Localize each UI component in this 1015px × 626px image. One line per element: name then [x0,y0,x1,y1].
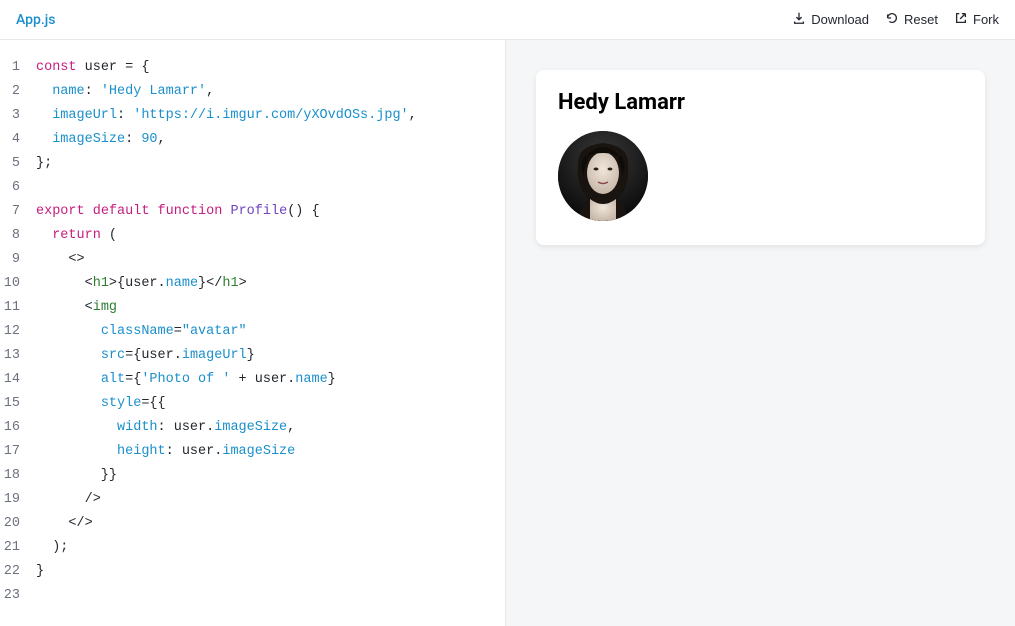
code-container: 1234567891011121314151617181920212223 co… [0,40,505,608]
line-number: 4 [0,128,20,152]
reset-icon [885,11,899,28]
line-number: 5 [0,152,20,176]
preview-heading: Hedy Lamarr [558,90,963,115]
preview-card: Hedy Lamarr [536,70,985,245]
code-line[interactable]: name: 'Hedy Lamarr', [36,80,505,104]
avatar [558,131,648,221]
line-number: 2 [0,80,20,104]
code-line[interactable]: imageUrl: 'https://i.imgur.com/yXOvdOSs.… [36,104,505,128]
line-number: 9 [0,248,20,272]
main-split: 1234567891011121314151617181920212223 co… [0,40,1015,626]
preview-pane: Hedy Lamarr [506,40,1015,626]
line-number: 12 [0,320,20,344]
code-line[interactable]: export default function Profile() { [36,200,505,224]
code-line[interactable]: </> [36,512,505,536]
code-line[interactable]: /> [36,488,505,512]
fork-label: Fork [973,12,999,27]
line-number: 13 [0,344,20,368]
line-number: 22 [0,560,20,584]
code-line[interactable] [36,176,505,200]
code-line[interactable]: <> [36,248,505,272]
filename-tab[interactable]: App.js [16,12,56,28]
line-number: 7 [0,200,20,224]
line-number: 15 [0,392,20,416]
line-number-gutter: 1234567891011121314151617181920212223 [0,56,32,608]
line-number: 6 [0,176,20,200]
code-line[interactable]: const user = { [36,56,505,80]
line-number: 23 [0,584,20,608]
line-number: 3 [0,104,20,128]
code-content[interactable]: const user = { name: 'Hedy Lamarr', imag… [32,56,505,608]
line-number: 21 [0,536,20,560]
download-button[interactable]: Download [792,11,869,28]
code-line[interactable]: src={user.imageUrl} [36,344,505,368]
line-number: 1 [0,56,20,80]
code-line[interactable]: className="avatar" [36,320,505,344]
code-line[interactable]: <img [36,296,505,320]
toolbar: Download Reset Fork [792,11,999,28]
line-number: 14 [0,368,20,392]
editor-header: App.js Download Reset For [0,0,1015,40]
line-number: 11 [0,296,20,320]
reset-button[interactable]: Reset [885,11,938,28]
code-line[interactable]: <h1>{user.name}</h1> [36,272,505,296]
code-line[interactable]: style={{ [36,392,505,416]
code-line[interactable]: ); [36,536,505,560]
code-line[interactable]: width: user.imageSize, [36,416,505,440]
line-number: 10 [0,272,20,296]
avatar-image [558,131,648,221]
fork-button[interactable]: Fork [954,11,999,28]
code-line[interactable]: height: user.imageSize [36,440,505,464]
code-line[interactable]: }} [36,464,505,488]
code-line[interactable] [36,584,505,608]
fork-icon [954,11,968,28]
code-line[interactable]: alt={'Photo of ' + user.name} [36,368,505,392]
code-line[interactable]: }; [36,152,505,176]
download-label: Download [811,12,869,27]
reset-label: Reset [904,12,938,27]
line-number: 16 [0,416,20,440]
code-editor-pane[interactable]: 1234567891011121314151617181920212223 co… [0,40,506,626]
code-line[interactable]: imageSize: 90, [36,128,505,152]
download-icon [792,11,806,28]
line-number: 20 [0,512,20,536]
code-line[interactable]: return ( [36,224,505,248]
line-number: 17 [0,440,20,464]
line-number: 8 [0,224,20,248]
line-number: 18 [0,464,20,488]
code-line[interactable]: } [36,560,505,584]
line-number: 19 [0,488,20,512]
